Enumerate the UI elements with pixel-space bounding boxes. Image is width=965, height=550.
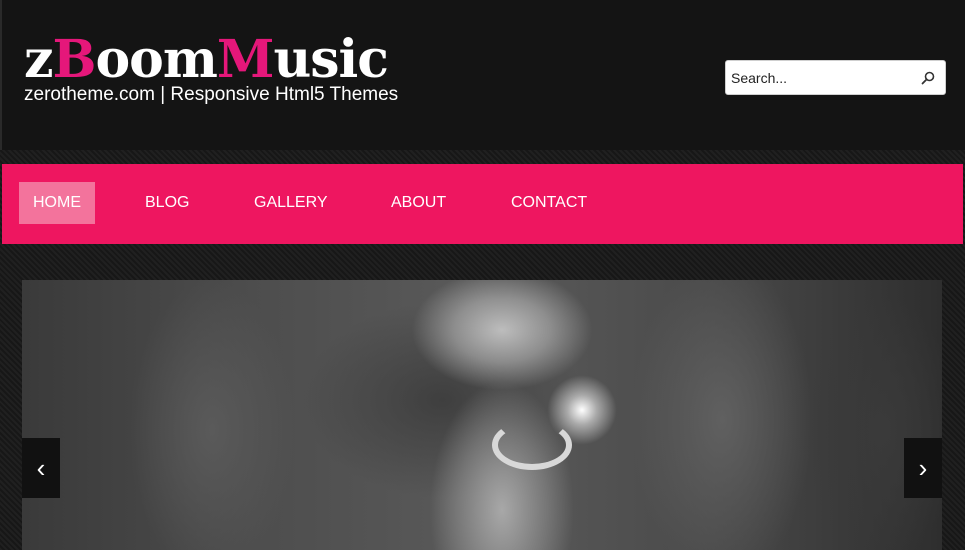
main-nav: HOME BLOG GALLERY ABOUT CONTACT xyxy=(2,164,963,244)
nav-item-gallery[interactable]: GALLERY xyxy=(240,182,342,224)
logo-part-usic: usic xyxy=(273,29,388,90)
search-box xyxy=(725,60,946,95)
logo-part-m: M xyxy=(216,29,275,90)
site-header: zBoomMusic zerotheme.com | Responsive Ht… xyxy=(0,0,965,150)
logo-part-z: z xyxy=(24,29,54,90)
chevron-left-icon: ‹ xyxy=(36,453,46,483)
site-tagline: zerotheme.com | Responsive Html5 Themes xyxy=(24,84,399,105)
nav-item-blog[interactable]: BLOG xyxy=(131,182,203,224)
image-slider: ‹ › xyxy=(22,280,942,550)
site-logo[interactable]: zBoomMusic xyxy=(24,29,389,90)
slider-next-button[interactable]: › xyxy=(904,438,942,498)
nav-item-contact[interactable]: CONTACT xyxy=(497,182,601,224)
search-input[interactable] xyxy=(731,68,911,88)
nav-item-home[interactable]: HOME xyxy=(19,182,95,224)
nav-item-about[interactable]: ABOUT xyxy=(377,182,460,224)
logo-part-oom: oom xyxy=(95,29,217,90)
logo-part-b: B xyxy=(52,29,97,90)
slide-headphone-shape xyxy=(492,420,572,470)
slider-prev-button[interactable]: ‹ xyxy=(22,438,60,498)
chevron-right-icon: › xyxy=(918,453,928,483)
search-icon[interactable] xyxy=(920,70,936,86)
